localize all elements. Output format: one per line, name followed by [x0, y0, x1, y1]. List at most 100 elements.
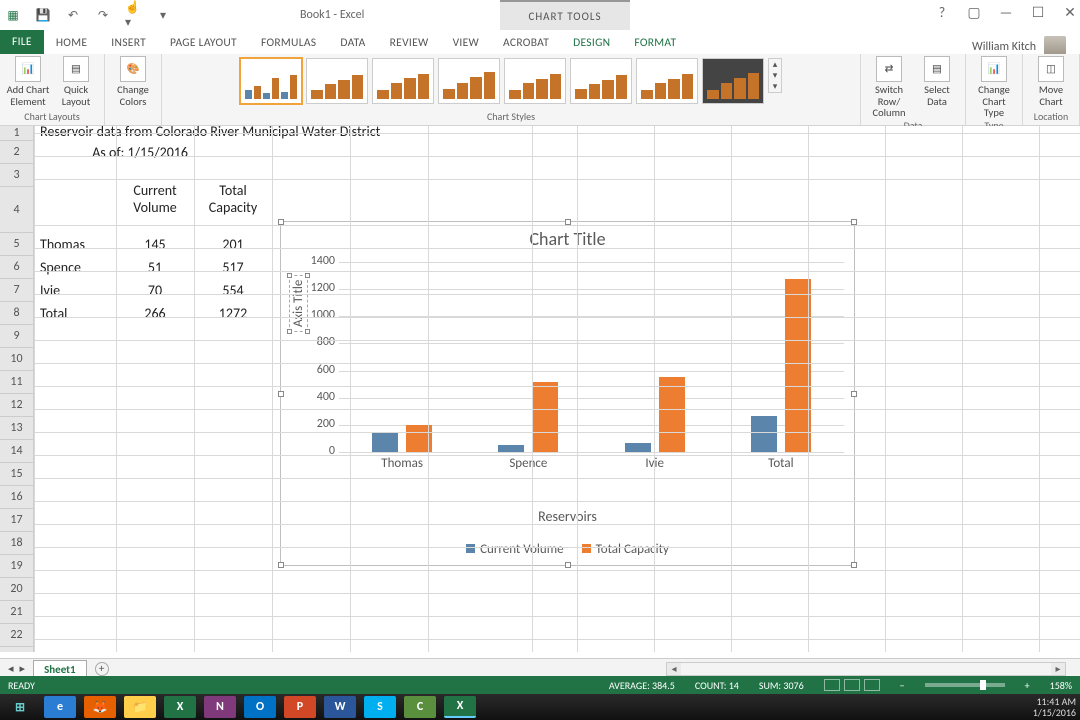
system-tray[interactable]: 11:41 AM 1/15/2016 — [1033, 696, 1076, 718]
row-header[interactable]: 16 — [0, 486, 33, 509]
row-header[interactable]: 3 — [0, 164, 33, 187]
cell-b7[interactable]: 70 — [116, 279, 194, 302]
row-header[interactable]: 21 — [0, 601, 33, 624]
row-header[interactable]: 13 — [0, 417, 33, 440]
start-button[interactable]: ⊞ — [4, 696, 36, 718]
scrollbar-track[interactable] — [681, 663, 1051, 675]
row-header[interactable]: 9 — [0, 325, 33, 348]
resize-handle[interactable] — [565, 562, 571, 568]
gallery-more-button[interactable]: ▴▾▾ — [768, 58, 782, 93]
chart-bar[interactable] — [625, 443, 651, 453]
taskbar-word-icon[interactable]: W — [324, 696, 356, 718]
resize-handle[interactable] — [278, 391, 284, 397]
zoom-slider[interactable] — [925, 683, 1005, 687]
chart-style-thumb[interactable] — [306, 58, 368, 104]
row-header[interactable]: 19 — [0, 555, 33, 578]
row-header[interactable]: 6 — [0, 256, 33, 279]
row-header[interactable]: 18 — [0, 532, 33, 555]
chart-title[interactable]: Chart Title — [281, 222, 854, 254]
cell-c5[interactable]: 201 — [194, 233, 272, 256]
row-header[interactable]: 20 — [0, 578, 33, 601]
spreadsheet-grid[interactable]: 1234567891011121314151617181920212223 Re… — [0, 126, 1080, 652]
resize-handle[interactable] — [278, 562, 284, 568]
new-sheet-button[interactable]: + — [95, 662, 109, 676]
select-data-button[interactable]: ▤Select Data — [915, 56, 959, 107]
taskbar-onenote-icon[interactable]: N — [204, 696, 236, 718]
tab-page-layout[interactable]: PAGE LAYOUT — [158, 32, 249, 54]
plot-area[interactable]: 0200400600800100012001400ThomasSpenceIvi… — [339, 262, 844, 452]
add-chart-element-button[interactable]: 📊Add Chart Element — [6, 56, 50, 107]
horizontal-scrollbar[interactable]: ◂ ▸ — [666, 662, 1066, 676]
view-buttons[interactable] — [824, 679, 880, 691]
row-header[interactable]: 23 — [0, 647, 33, 652]
row-header[interactable]: 14 — [0, 440, 33, 463]
save-icon[interactable]: 💾 — [35, 7, 51, 23]
scroll-right-icon[interactable]: ▸ — [1051, 663, 1065, 675]
ribbon-options-icon[interactable]: ▢ — [966, 4, 982, 21]
minimize-icon[interactable]: — — [998, 4, 1014, 21]
cell-c7[interactable]: 554 — [194, 279, 272, 302]
x-axis-title[interactable]: Reservoirs — [281, 508, 854, 525]
chart-bar[interactable] — [532, 382, 558, 452]
tab-file[interactable]: FILE — [0, 30, 44, 54]
taskbar-firefox-icon[interactable]: 🦊 — [84, 696, 116, 718]
chart-style-thumb[interactable] — [702, 58, 764, 104]
sheet-next-icon[interactable]: ▸ — [20, 662, 26, 675]
row-header[interactable]: 8 — [0, 302, 33, 325]
cell-a7[interactable]: Ivie — [36, 279, 116, 302]
zoom-out-icon[interactable]: − — [900, 679, 905, 692]
taskbar-outlook-icon[interactable]: O — [244, 696, 276, 718]
taskbar-skype-icon[interactable]: S — [364, 696, 396, 718]
user-name[interactable]: William Kitch — [972, 40, 1036, 54]
cell-a8[interactable]: Total — [36, 302, 116, 325]
move-chart-button[interactable]: ◫Move Chart — [1029, 56, 1073, 107]
cell-c8[interactable]: 1272 — [194, 302, 272, 325]
row-header[interactable]: 7 — [0, 279, 33, 302]
taskbar-camtasia-icon[interactable]: C — [404, 696, 436, 718]
chart-style-thumb[interactable] — [504, 58, 566, 104]
taskbar-ie-icon[interactable]: e — [44, 696, 76, 718]
tab-data[interactable]: DATA — [328, 32, 377, 54]
redo-icon[interactable]: ↷ — [95, 7, 111, 23]
taskbar-powerpoint-icon[interactable]: P — [284, 696, 316, 718]
chart-legend[interactable]: Current Volume Total Capacity — [281, 542, 854, 557]
cell-b6[interactable]: 51 — [116, 256, 194, 279]
sheet-prev-icon[interactable]: ◂ — [8, 662, 14, 675]
row-header[interactable]: 1 — [0, 126, 33, 141]
chart-style-thumb[interactable] — [570, 58, 632, 104]
tab-review[interactable]: REVIEW — [378, 32, 441, 54]
tab-format[interactable]: FORMAT — [622, 32, 688, 54]
tab-view[interactable]: VIEW — [441, 32, 491, 54]
switch-row-column-button[interactable]: ⇄Switch Row/ Column — [867, 56, 911, 119]
qat-customize-icon[interactable]: ▾ — [155, 7, 171, 23]
taskbar-explorer-icon[interactable]: 📁 — [124, 696, 156, 718]
taskbar-excel-running-icon[interactable]: X — [444, 696, 476, 718]
row-header[interactable]: 12 — [0, 394, 33, 417]
change-chart-type-button[interactable]: 📊Change Chart Type — [972, 56, 1016, 119]
cell-b4-header[interactable]: Current Volume — [116, 180, 194, 226]
chart-bar[interactable] — [751, 416, 777, 452]
maximize-icon[interactable]: ☐ — [1030, 4, 1046, 21]
row-header[interactable]: 15 — [0, 463, 33, 486]
quick-layout-button[interactable]: ▤Quick Layout — [54, 56, 98, 107]
touch-mode-icon[interactable]: ☝▾ — [125, 7, 141, 23]
cell-b5[interactable]: 145 — [116, 233, 194, 256]
help-icon[interactable]: ? — [934, 4, 950, 21]
cell-a6[interactable]: Spence — [36, 256, 116, 279]
embedded-chart[interactable]: Chart Title Axis Title 02004006008001000… — [280, 221, 855, 566]
tab-formulas[interactable]: FORMULAS — [249, 32, 328, 54]
taskbar-excel-icon[interactable]: X — [164, 696, 196, 718]
row-header[interactable]: 17 — [0, 509, 33, 532]
cell-c4-header[interactable]: Total Capacity — [194, 180, 272, 226]
sheet-tab[interactable]: Sheet1 — [33, 660, 87, 678]
tab-acrobat[interactable]: ACROBAT — [491, 32, 561, 54]
chart-bar[interactable] — [372, 432, 398, 452]
tab-insert[interactable]: INSERT — [99, 32, 158, 54]
cell-b8[interactable]: 266 — [116, 302, 194, 325]
zoom-in-icon[interactable]: + — [1025, 679, 1030, 692]
resize-handle[interactable] — [851, 391, 857, 397]
tab-design[interactable]: DESIGN — [561, 32, 622, 54]
zoom-level[interactable]: 158% — [1050, 679, 1072, 692]
row-header[interactable]: 2 — [0, 141, 33, 164]
chart-bar[interactable] — [498, 445, 524, 452]
